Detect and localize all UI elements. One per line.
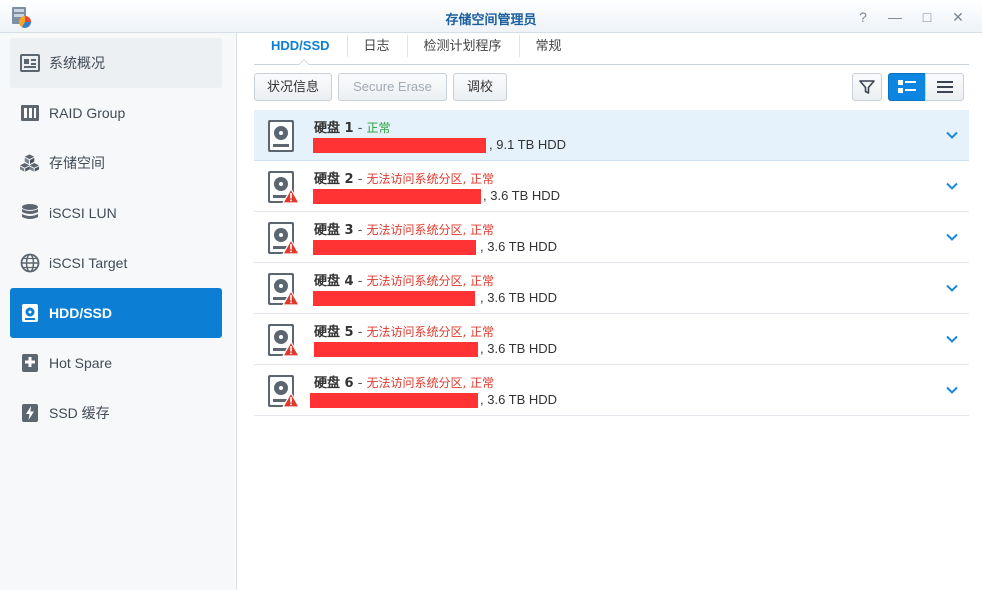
chevron-down-icon[interactable]	[945, 179, 959, 193]
disk-name: 硬盘 2	[314, 172, 354, 187]
list-view-button[interactable]	[925, 73, 964, 101]
secure-erase-button[interactable]: Secure Erase	[338, 73, 447, 101]
tab-divider	[254, 64, 969, 65]
disk-status: 无法访问系统分区, 正常	[366, 274, 495, 288]
disk-row[interactable]: 硬盘 5 - 无法访问系统分区, 正常 , 3.6 TB HDD	[254, 314, 969, 365]
redacted-serial	[313, 291, 475, 306]
sidebar-item-hdd-ssd[interactable]: HDD/SSD	[10, 288, 222, 338]
active-tab-pointer	[298, 59, 310, 65]
disk-size: , 3.6 TB HDD	[480, 392, 558, 407]
tab-test-scheduler[interactable]: 检测计划程序	[406, 33, 519, 65]
disk-name: 硬盘 6	[314, 376, 354, 391]
hdd-warning-icon	[268, 324, 299, 357]
chevron-down-icon[interactable]	[945, 383, 959, 397]
disk-name: 硬盘 5	[314, 325, 354, 340]
chevron-down-icon[interactable]	[945, 281, 959, 295]
chevron-down-icon[interactable]	[945, 230, 959, 244]
disk-row[interactable]: 硬盘 2 - 无法访问系统分区, 正常 , 3.6 TB HDD	[254, 161, 969, 212]
window-title: 存储空间管理员	[445, 12, 537, 27]
filter-icon	[859, 80, 875, 94]
disk-status: 无法访问系统分区, 正常	[366, 172, 495, 186]
raid-icon	[19, 103, 40, 124]
sidebar-item-iscsi-target[interactable]: iSCSI Target	[10, 238, 222, 288]
redacted-serial	[313, 240, 476, 255]
sidebar-item-hot-spare[interactable]: Hot Spare	[10, 338, 222, 388]
close-button[interactable]: ✕	[948, 7, 968, 27]
redacted-serial	[313, 189, 481, 204]
sidebar-item-label: 系统概况	[49, 55, 105, 71]
cubes-icon	[19, 153, 40, 174]
disk-name: 硬盘 1	[314, 121, 354, 136]
hdd-warning-icon	[268, 222, 299, 255]
overview-icon	[19, 53, 40, 74]
tune-button[interactable]: 调校	[453, 73, 507, 101]
disk-row[interactable]: 硬盘 1 - 正常 , 9.1 TB HDD	[254, 110, 969, 161]
disk-name: 硬盘 3	[314, 223, 354, 238]
detail-list-icon	[898, 80, 916, 93]
sidebar-item-label: SSD 缓存	[49, 405, 110, 421]
help-button[interactable]: ?	[853, 7, 873, 27]
disk-size: , 3.6 TB HDD	[480, 341, 558, 356]
hdd-warning-icon	[268, 375, 299, 408]
sidebar-item-overview[interactable]: 系统概况	[10, 38, 222, 88]
disk-row[interactable]: 硬盘 3 - 无法访问系统分区, 正常 , 3.6 TB HDD	[254, 212, 969, 263]
sidebar-item-label: 存储空间	[49, 155, 105, 171]
disk-name: 硬盘 4	[314, 274, 354, 289]
tab-general[interactable]: 常规	[518, 33, 579, 65]
disk-status: 无法访问系统分区, 正常	[366, 376, 495, 390]
disk-size: , 3.6 TB HDD	[480, 239, 558, 254]
redacted-serial	[314, 342, 478, 357]
detail-view-button[interactable]	[888, 73, 926, 101]
disk-status: 无法访问系统分区, 正常	[366, 223, 495, 237]
hdd-icon	[268, 120, 294, 152]
sidebar-item-raid-group[interactable]: RAID Group	[10, 88, 222, 138]
sidebar-item-label: RAID Group	[49, 105, 126, 121]
minimize-button[interactable]: —	[885, 7, 905, 27]
disk-row[interactable]: 硬盘 4 - 无法访问系统分区, 正常 , 3.6 TB HDD	[254, 263, 969, 314]
disk-status: 正常	[366, 121, 391, 135]
sidebar-item-label: iSCSI LUN	[49, 205, 117, 221]
list-icon	[936, 81, 953, 93]
sidebar-item-label: Hot Spare	[49, 355, 113, 371]
redacted-serial	[313, 138, 486, 153]
tab-log[interactable]: 日志	[346, 33, 407, 65]
hot-spare-icon	[19, 353, 40, 374]
hdd-warning-icon	[268, 171, 299, 204]
globe-icon	[19, 253, 40, 274]
hdd-warning-icon	[268, 273, 299, 306]
disk-icon	[19, 303, 40, 324]
database-icon	[19, 203, 40, 224]
chevron-down-icon[interactable]	[945, 128, 959, 142]
filter-button[interactable]	[852, 73, 882, 101]
disk-size: , 3.6 TB HDD	[480, 290, 558, 305]
disk-row[interactable]: 硬盘 6 - 无法访问系统分区, 正常 , 3.6 TB HDD	[254, 365, 969, 416]
ssd-cache-icon	[19, 403, 40, 424]
disk-size: , 3.6 TB HDD	[483, 188, 561, 203]
maximize-button[interactable]: □	[917, 7, 937, 27]
health-info-button[interactable]: 状况信息	[254, 73, 332, 101]
sidebar-item-iscsi-lun[interactable]: iSCSI LUN	[10, 188, 222, 238]
sidebar-item-storage-volume[interactable]: 存储空间	[10, 138, 222, 188]
sidebar: 系统概况 RAID Group 存储空间 iSCSI LUN iSCSI Tar…	[0, 33, 237, 590]
sidebar-item-label: iSCSI Target	[49, 255, 128, 271]
title-bar: 存储空间管理员 ? — □ ✕	[0, 0, 982, 33]
sidebar-item-label: HDD/SSD	[49, 305, 113, 321]
disk-size: , 9.1 TB HDD	[489, 137, 567, 152]
sidebar-item-ssd-cache[interactable]: SSD 缓存	[10, 388, 222, 438]
chevron-down-icon[interactable]	[945, 332, 959, 346]
redacted-serial	[310, 393, 478, 408]
disk-status: 无法访问系统分区, 正常	[366, 325, 495, 339]
